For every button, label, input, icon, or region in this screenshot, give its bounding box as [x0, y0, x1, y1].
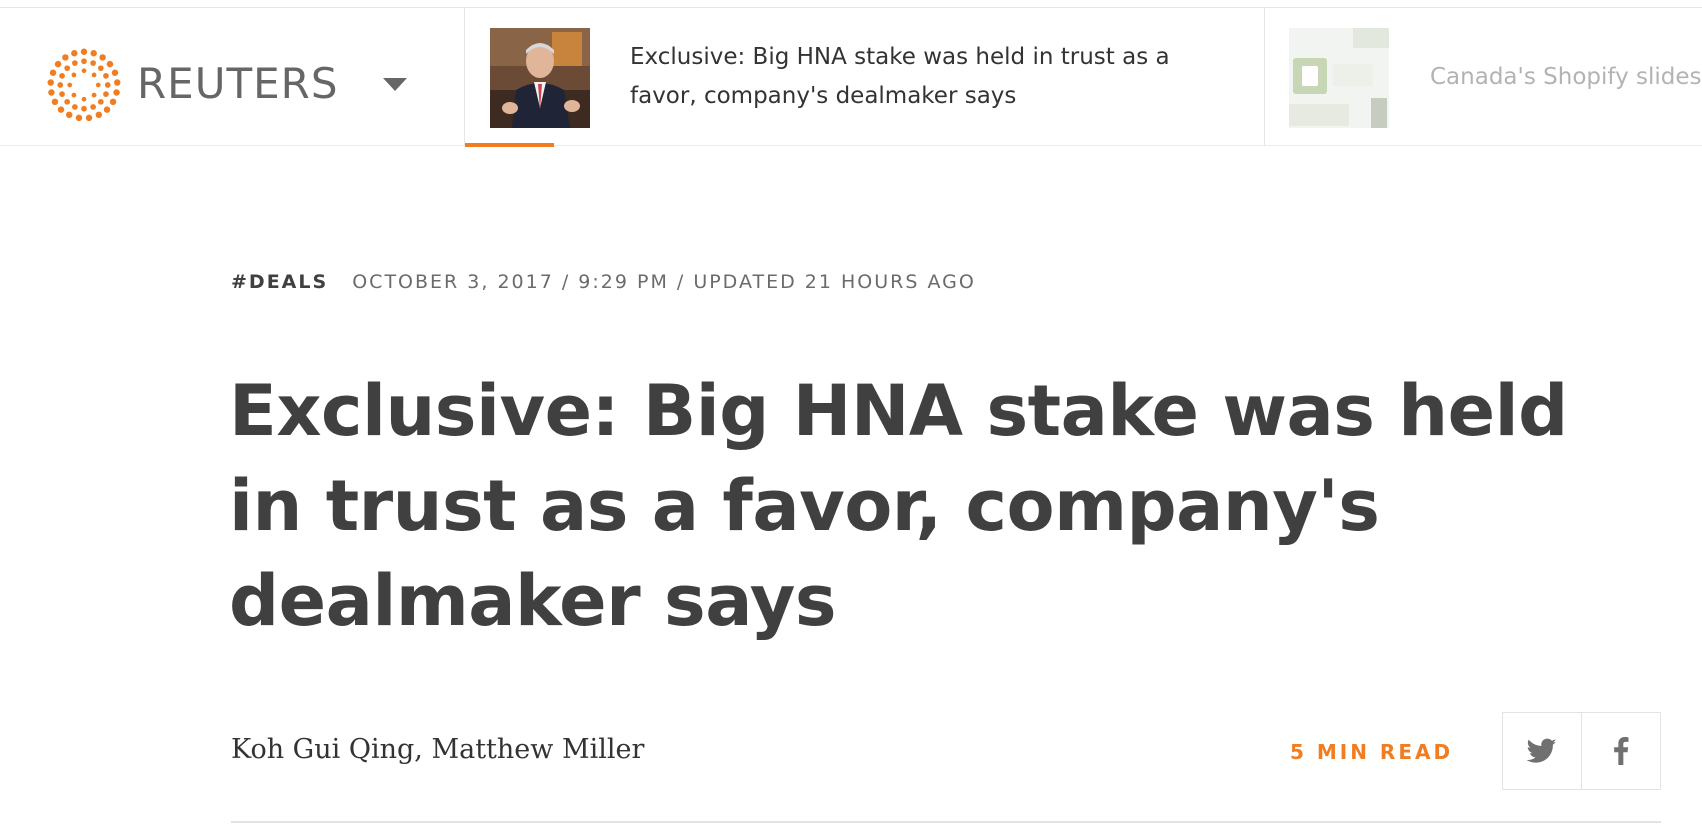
reuters-logo-icon — [47, 48, 121, 122]
ticker-story-title[interactable]: Exclusive: Big HNA stake was held in tru… — [630, 38, 1190, 116]
article-meta: #DEALS OCTOBER 3, 2017 / 9:29 PM / UPDAT… — [231, 270, 976, 294]
reuters-brand-menu[interactable]: REUTERS — [0, 8, 465, 146]
portrait-photo-icon — [490, 28, 590, 128]
chevron-down-icon[interactable] — [383, 78, 407, 91]
ticker-story-title[interactable]: Canada's Shopify slides — [1430, 58, 1702, 97]
twitter-icon — [1527, 738, 1557, 763]
facebook-icon — [1614, 737, 1629, 765]
article-dateline: OCTOBER 3, 2017 / 9:29 PM / UPDATED 21 H… — [352, 271, 976, 293]
read-time-label: 5 MIN READ — [1290, 740, 1454, 764]
top-navigation-bar: REUTERS Exclusive: Big HNA stake was hel… — [0, 7, 1702, 147]
article-headline: Exclusive: Big HNA stake was held in tru… — [229, 370, 1568, 642]
story-thumbnail-shopify — [1289, 28, 1389, 128]
ticker-story-next[interactable]: Canada's Shopify slides — [1265, 8, 1702, 146]
header-divider — [231, 821, 1661, 823]
story-thumbnail-portrait — [490, 28, 590, 128]
section-tag-link[interactable]: #DEALS — [231, 271, 328, 293]
article-byline: Koh Gui Qing, Matthew Miller — [231, 734, 645, 765]
active-story-indicator — [465, 143, 554, 147]
brand-wordmark: REUTERS — [137, 59, 339, 108]
share-twitter-button[interactable] — [1502, 712, 1582, 790]
shopify-photo-icon — [1289, 28, 1389, 128]
share-facebook-button[interactable] — [1581, 712, 1661, 790]
ticker-story-active[interactable]: Exclusive: Big HNA stake was held in tru… — [465, 8, 1265, 147]
